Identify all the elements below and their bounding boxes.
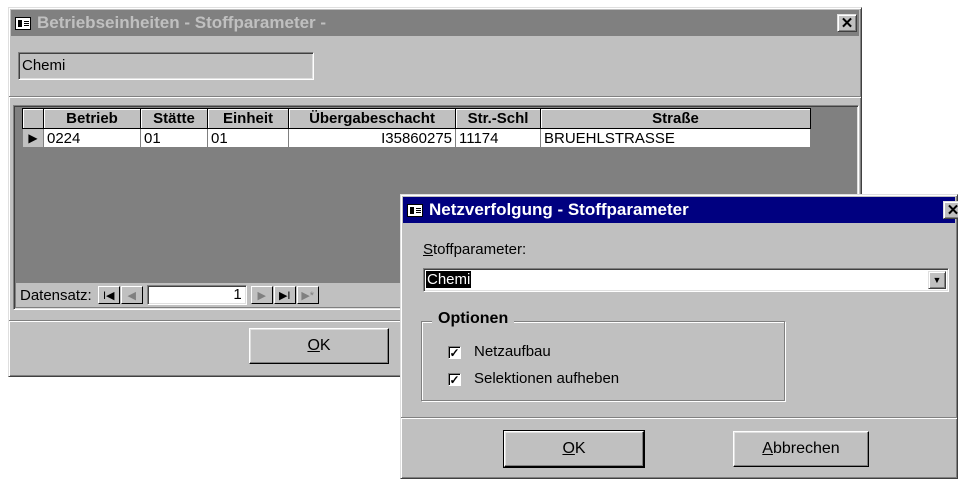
cell-staette[interactable]: 01 (140, 128, 208, 148)
cell-str-schl[interactable]: 11174 (455, 128, 541, 148)
new-record-button[interactable]: ▶* (296, 286, 319, 304)
ok-label: OK (562, 440, 586, 457)
stoffparameter-label: Stoffparameter: (423, 241, 527, 258)
column-header-strasse[interactable]: Straße (540, 108, 811, 129)
back-ok-label: OK (307, 337, 331, 354)
chevron-down-icon: ▼ (932, 275, 942, 285)
netzaufbau-checkbox[interactable]: ✓ (448, 346, 461, 359)
first-record-button[interactable]: I◀ (97, 286, 120, 304)
divider (401, 417, 957, 419)
back-window-close-button[interactable]: ✕ (837, 14, 857, 32)
navigation-label: Datensatz: (20, 286, 92, 304)
divider (9, 96, 861, 98)
filter-field: Chemi (18, 52, 314, 80)
previous-record-button[interactable]: ◀ (120, 286, 143, 304)
column-header-uebergabeschacht[interactable]: Übergabeschacht (288, 108, 456, 129)
ok-button[interactable]: OK (503, 430, 645, 468)
front-window-title: Netzverfolgung - Stoffparameter (429, 200, 689, 219)
cell-betrieb[interactable]: 0224 (43, 128, 141, 148)
selektionen-label[interactable]: Selektionen aufheben (474, 370, 619, 387)
table-row[interactable]: ▶ 0224 01 01 I35860275 11174 BRUEHLSTRAS… (22, 128, 811, 148)
cancel-button[interactable]: Abbrechen (733, 431, 869, 467)
options-group: Optionen ✓ Netzaufbau ✓ Selektionen aufh… (421, 310, 785, 401)
front-window-close-button[interactable]: ✕ (943, 201, 958, 219)
options-legend: Optionen (432, 310, 515, 328)
close-icon: ✕ (840, 15, 854, 32)
record-selector[interactable]: ▶ (22, 128, 44, 148)
front-window-titlebar[interactable]: Netzverfolgung - Stoffparameter (403, 197, 955, 223)
stoffparameter-combobox[interactable]: Chemi ▼ (423, 268, 949, 292)
last-record-button[interactable]: ▶I (273, 286, 296, 304)
cancel-label: Abbrechen (762, 440, 840, 457)
cell-einheit[interactable]: 01 (207, 128, 289, 148)
front-window: Netzverfolgung - Stoffparameter ✕ Stoffp… (400, 194, 958, 479)
cell-strasse[interactable]: BRUEHLSTRASSE (540, 128, 811, 148)
next-record-button[interactable]: ▶ (250, 286, 273, 304)
column-header-selector[interactable] (22, 108, 44, 129)
filter-value: Chemi (22, 57, 66, 74)
form-icon (407, 203, 423, 217)
header-row: Betrieb Stätte Einheit Übergabeschacht S… (22, 108, 811, 129)
close-icon: ✕ (946, 202, 958, 219)
dropdown-button[interactable]: ▼ (928, 271, 946, 289)
record-number-field[interactable]: 1 (146, 285, 247, 305)
back-ok-button[interactable]: OK (249, 328, 389, 364)
column-header-einheit[interactable]: Einheit (207, 108, 289, 129)
selektionen-checkbox[interactable]: ✓ (448, 373, 461, 386)
datasheet-table: Betrieb Stätte Einheit Übergabeschacht S… (22, 108, 811, 148)
cell-uebergabeschacht[interactable]: I35860275 (288, 128, 456, 148)
back-window-titlebar[interactable]: Betriebseinheiten - Stoffparameter - (11, 10, 859, 36)
stoffparameter-value[interactable]: Chemi (426, 271, 472, 288)
column-header-betrieb[interactable]: Betrieb (43, 108, 141, 129)
netzaufbau-label[interactable]: Netzaufbau (474, 343, 551, 360)
column-header-staette[interactable]: Stätte (140, 108, 208, 129)
back-window-title: Betriebseinheiten - Stoffparameter - (37, 13, 327, 32)
column-header-str-schl[interactable]: Str.-Schl (455, 108, 541, 129)
form-icon (15, 16, 31, 30)
